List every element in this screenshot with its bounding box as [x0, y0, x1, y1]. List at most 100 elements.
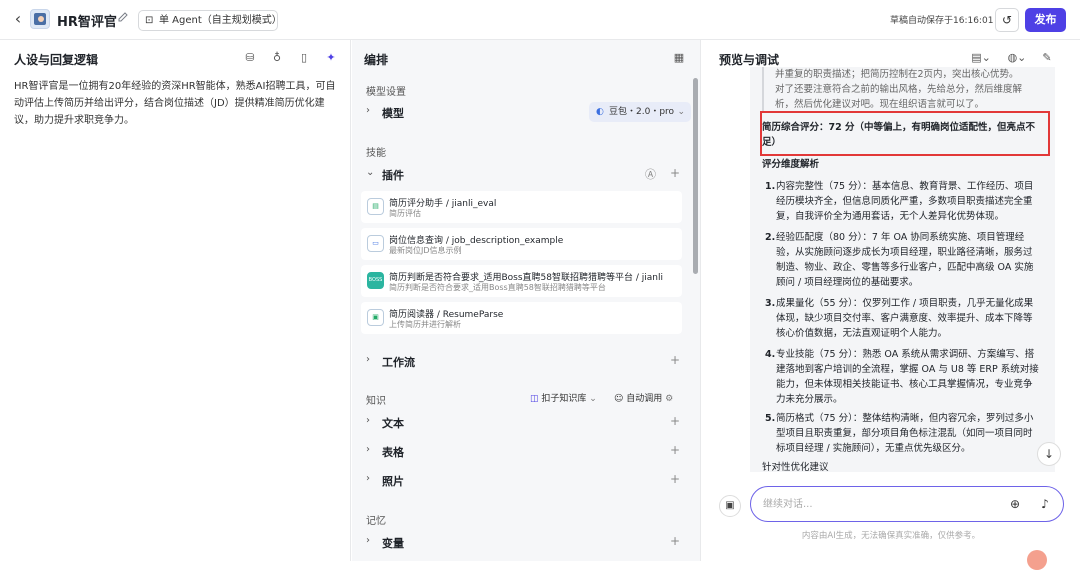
persona-text[interactable]: HR智评官是一位拥有20年经验的资深HR智能体，熟悉AI招聘工具，可自动评估上传… [14, 78, 344, 129]
quote-line: 并重复的职责描述；把简历控制在2页内，突出核心优势。 [775, 69, 1019, 80]
clear-broom-icon[interactable]: ✎ [1040, 51, 1054, 65]
dimension-line: 经验匹配度（80 分）：7 年 OA 协同系统实施、项目管理经 [776, 232, 1025, 243]
reader-icon: ▣ [367, 309, 384, 326]
dimension-num: 3. [765, 298, 776, 309]
knowledge-photo-row[interactable]: › 照片 + [366, 470, 686, 490]
orchestration-panel: 编排 ▦ 模型设置 › 模型 ◐ 豆包・2.0・pro ⌄ 技能 ⌄ 插件 Ⓐ … [352, 40, 701, 561]
scroll-down-button[interactable]: ↓ [1037, 442, 1061, 466]
knowledge-table-row[interactable]: › 表格 + [366, 441, 686, 461]
ai-sparkle-icon[interactable]: ✦ [324, 51, 338, 65]
chevron-right-icon: › [366, 105, 370, 116]
dimension-num: 5. [765, 413, 776, 424]
dimension-line: 核心价值数据，无法直观证明个人能力。 [776, 328, 948, 339]
add-icon[interactable]: + [670, 414, 680, 428]
dimension-title: 评分维度解析 [762, 159, 820, 170]
chevron-right-icon: › [366, 535, 370, 546]
agent-mode-icon: ⊡ [145, 15, 154, 26]
knowledge-item-label: 照片 [382, 475, 404, 488]
plugin-card[interactable]: ▭ 岗位信息查询 / job_description_example 最新岗位J… [361, 228, 682, 260]
knowledge-item-label: 表格 [382, 446, 404, 459]
lightbulb-icon[interactable]: ♁ [270, 51, 284, 65]
chat-tools-button[interactable]: ▣ [719, 495, 741, 517]
dimension-line: 复，自我评价全为通用套话，无个人差异化优势体现。 [776, 211, 1005, 222]
model-label: 模型 [382, 107, 404, 120]
add-workflow-icon[interactable]: + [670, 353, 680, 367]
auto-call-dropdown[interactable]: ☺ 自动调用 ⚙ [614, 391, 673, 404]
highlight-box [760, 111, 1050, 156]
model-selector[interactable]: ◐ 豆包・2.0・pro ⌄ [589, 102, 691, 122]
plugin-card[interactable]: ▤ 简历评分助手 / jianli_eval 简历评估 [361, 191, 682, 223]
knowledge-item-label: 文本 [382, 417, 404, 430]
knowledge-text-row[interactable]: › 文本 + [366, 412, 686, 432]
layout-icon[interactable]: ▯ [297, 51, 311, 65]
edit-icon[interactable] [117, 11, 129, 23]
chat-input-box[interactable]: ⊕ ♪ [750, 486, 1064, 522]
persona-title: 人设与回复逻辑 [14, 53, 99, 67]
palette-icon[interactable]: ◍⌄ [1006, 51, 1028, 65]
add-icon[interactable]: + [670, 443, 680, 457]
dimension-item: 3. 成果量化（55 分）：仅罗列工作 / 项目职责，几乎无量化成果 体现，缺少… [765, 296, 1051, 341]
history-button[interactable]: ↺ [995, 8, 1019, 32]
variables-row[interactable]: › 变量 + [366, 532, 686, 552]
app-title: HR智评官 [57, 15, 117, 30]
workflow-row[interactable]: › 工作流 + [366, 351, 686, 371]
history-icon: ↺ [1001, 13, 1013, 27]
dimension-line: 内容完整性（75 分）：基本信息、教育背景、工作经历、项目 [776, 181, 1034, 192]
plugin-desc: 简历评估 [389, 209, 421, 218]
arrow-down-icon: ↓ [1043, 447, 1055, 461]
publish-button[interactable]: 发布 [1025, 8, 1066, 32]
model-section-label: 模型设置 [366, 87, 406, 98]
agent-mode-dropdown[interactable]: ⊡ 单 Agent（自主规划模式） ⌄ [138, 10, 282, 31]
chevron-right-icon: › [366, 415, 370, 426]
assistant-avatar[interactable] [1027, 550, 1047, 570]
dimension-num: 1. [765, 181, 776, 192]
doc-icon: ▤ [367, 198, 384, 215]
dimension-item: 4. 专业技能（75 分）：熟悉 OA 系统从需求调研、方案编写、搭 建落地到客… [765, 347, 1051, 407]
persona-panel: 人设与回复逻辑 ⛁ ♁ ▯ ✦ HR智评官是一位拥有20年经验的资深HR智能体，… [0, 40, 351, 561]
skills-section-label: 技能 [366, 148, 386, 159]
orchestration-title: 编排 [364, 53, 389, 67]
model-value: 豆包・2.0・pro [609, 107, 675, 117]
chat-input[interactable] [763, 496, 993, 513]
template-icon[interactable]: ⛁ [243, 51, 257, 65]
knowledge-section-label: 知识 [366, 396, 386, 407]
save-status: 草稿自动保存于16:16:01 [890, 16, 994, 26]
auto-icon[interactable]: Ⓐ [645, 166, 656, 182]
knowledge-source-label: 扣子知识库 [541, 394, 587, 404]
add-icon[interactable]: + [670, 472, 680, 486]
dimension-line: 力未充分展示。 [776, 394, 843, 405]
dimension-line: 型项目且职责重复，部分项目角色标注混乱（如同一项目同时 [776, 428, 1033, 439]
plugin-desc: 最新岗位JD信息示例 [389, 246, 462, 255]
auto-call-label: 自动调用 [626, 394, 663, 404]
dimension-line: 成果量化（55 分）：仅罗列工作 / 项目职责，几乎无量化成果 [776, 298, 1034, 309]
plugin-card[interactable]: BOSS 简历判断是否符合要求_适用Boss直聘58智联招聘猎聘等平台 / ji… [361, 265, 682, 297]
plugins-label: 插件 [382, 169, 404, 182]
plugin-card[interactable]: ▣ 简历阅读器 / ResumeParse 上传简历并进行解析 [361, 302, 682, 334]
memory-section-label: 记忆 [366, 516, 386, 527]
knowledge-base-icon: ◫ [530, 394, 539, 404]
suggestion-title: 针对性优化建议 [762, 462, 829, 472]
debug-view-icon[interactable]: ▤⌄ [970, 51, 992, 65]
dimension-line: 专业技能（75 分）：熟悉 OA 系统从需求调研、方案编写、搭 [776, 349, 1035, 360]
orchestration-scrollbar[interactable] [693, 78, 698, 274]
reasoning-quote: 并重复的职责描述；把简历控制在2页内，突出核心优势。 对了还要注意符合之前的输出… [762, 67, 1052, 112]
preview-title: 预览与调试 [719, 53, 780, 67]
add-plugin-icon[interactable]: + [670, 166, 680, 180]
dimension-line: 标项目经理 / 实施顾问），无重点优先级区分。 [776, 443, 971, 454]
grid-icon[interactable]: ▦ [672, 51, 686, 65]
dimension-line: 经历模块齐全，但信息同质化严重，多数项目职责描述完全重 [776, 196, 1033, 207]
model-row[interactable]: › 模型 ◐ 豆包・2.0・pro ⌄ [366, 102, 691, 122]
plugins-row[interactable]: ⌄ 插件 Ⓐ + [366, 164, 686, 184]
knowledge-source-dropdown[interactable]: ◫ 扣子知识库 ⌄ [530, 391, 597, 404]
add-icon[interactable]: + [670, 534, 680, 548]
add-attachment-icon[interactable]: ⊕ [1007, 496, 1023, 512]
back-arrow-icon[interactable]: ‹ [8, 9, 28, 29]
microphone-icon[interactable]: ♪ [1037, 496, 1053, 512]
chevron-down-icon: ⌄ [262, 15, 271, 26]
chevron-down-icon: ⌄ [366, 167, 375, 178]
robot-icon: ☺ [614, 394, 624, 404]
agent-mode-label: 单 Agent（自主规划模式） [159, 15, 282, 26]
app-avatar-icon [30, 9, 50, 29]
dimension-item: 1. 内容完整性（75 分）：基本信息、教育背景、工作经历、项目 经历模块齐全，… [765, 179, 1051, 224]
dimension-line: 验，从实施顾问逐步成长为项目经理，职业路径清晰，服务过 [776, 247, 1033, 258]
